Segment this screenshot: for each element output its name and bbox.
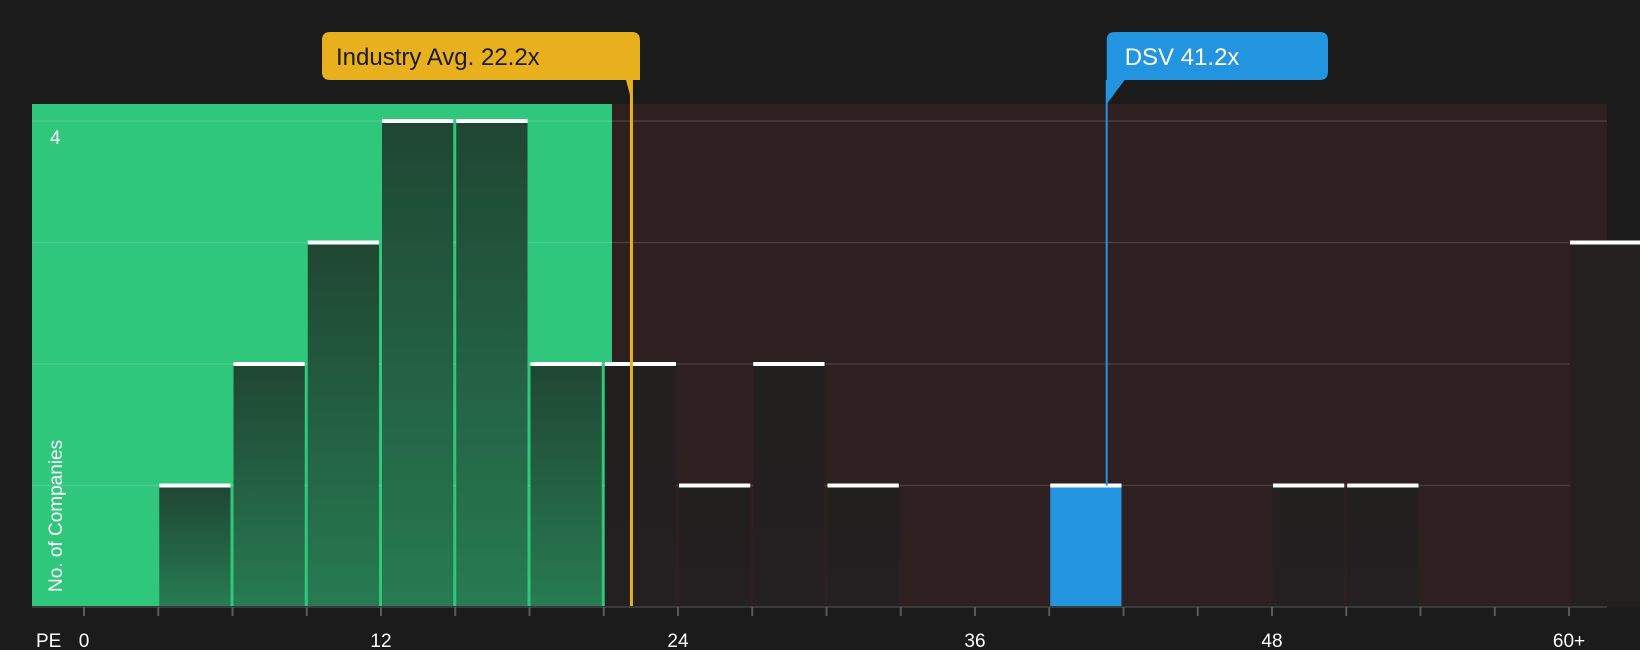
histogram-bar-cap	[1347, 483, 1419, 488]
histogram-bar	[530, 364, 602, 607]
industry-avg-label: Industry Avg. 22.2x	[336, 44, 540, 71]
pe-distribution-chart: Industry Avg. 22.2x DSV 41.2x 0 12 24 36 48 60…	[32, 32, 1640, 650]
histogram-bar	[1570, 242, 1640, 607]
x-tick-label: 24	[667, 631, 689, 650]
histogram-bar-cap	[307, 240, 379, 245]
x-tick-label: 36	[964, 631, 985, 650]
y-axis-label: No. of Companies	[46, 440, 67, 592]
histogram-bar	[679, 485, 751, 607]
company-label: DSV 41.2x	[1125, 44, 1240, 71]
histogram-bar	[456, 121, 528, 607]
histogram-bar	[1273, 485, 1345, 607]
histogram-bar	[1050, 485, 1122, 607]
histogram-bar-cap	[1273, 483, 1345, 488]
histogram-bar-cap	[827, 483, 899, 488]
histogram-bar-cap	[159, 483, 231, 488]
x-tick-label: 12	[370, 631, 391, 650]
histogram-bar-cap	[382, 119, 454, 123]
histogram-bar-cap	[456, 119, 528, 123]
histogram-bar-cap	[604, 362, 676, 366]
histogram-bar-cap	[1570, 240, 1640, 245]
histogram-bar	[159, 485, 231, 607]
histogram-bar	[604, 364, 676, 607]
histogram-bar	[827, 485, 899, 607]
x-axis-label: PE	[36, 631, 61, 650]
x-tick-label: 60+	[1553, 631, 1585, 650]
histogram-bar	[382, 121, 454, 607]
histogram-bar-cap	[1050, 483, 1122, 488]
y-max-label: 4	[50, 128, 61, 149]
x-tick-label: 0	[79, 631, 90, 650]
histogram-bar	[1347, 485, 1419, 607]
histogram-bar-cap	[233, 362, 305, 366]
x-tick-label: 48	[1261, 631, 1282, 650]
histogram-bar	[753, 364, 825, 607]
histogram-bar-cap	[530, 362, 602, 366]
histogram-bar	[233, 364, 305, 607]
histogram-bar-cap	[753, 362, 825, 366]
histogram-bar-cap	[679, 483, 751, 488]
histogram-bar	[307, 242, 379, 607]
